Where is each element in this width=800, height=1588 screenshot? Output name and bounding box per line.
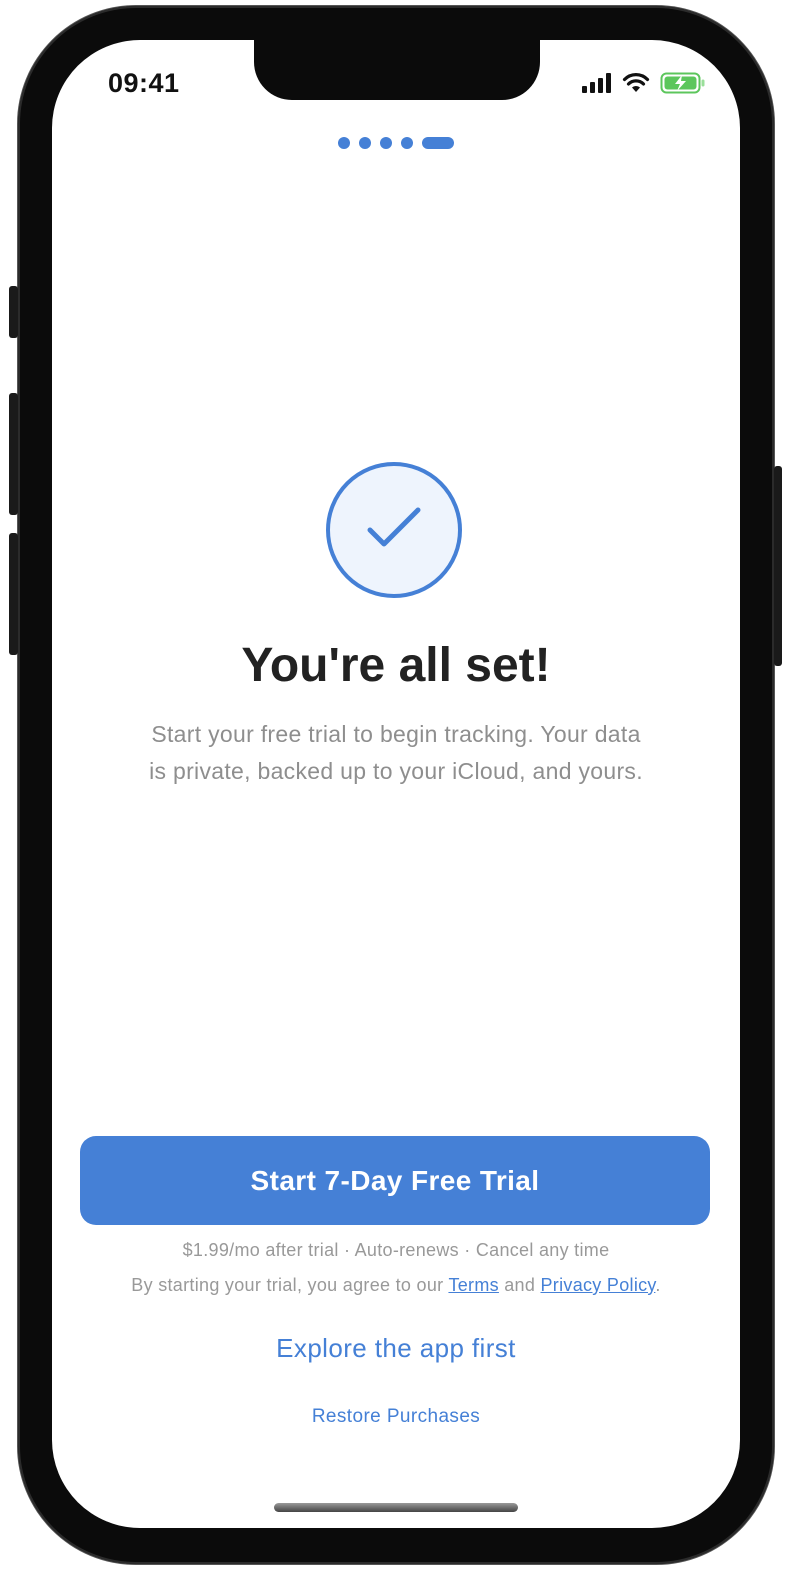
status-icons <box>582 72 706 99</box>
battery-charging-icon <box>660 72 706 99</box>
pager-dot[interactable] <box>338 137 350 149</box>
terms-link[interactable]: Terms <box>448 1275 499 1295</box>
legal-suffix: . <box>655 1275 661 1295</box>
pricing-note: $1.99/mo after trial · Auto-renews · Can… <box>182 1240 610 1260</box>
onboarding-pager <box>52 137 740 149</box>
explore-app-button[interactable]: Explore the app first <box>52 1333 740 1364</box>
cellular-signal-icon <box>582 73 612 98</box>
privacy-policy-link[interactable]: Privacy Policy <box>541 1275 656 1295</box>
legal-prefix: By starting your trial, you agree to our <box>131 1275 444 1295</box>
success-badge <box>326 462 462 598</box>
checkmark-icon <box>366 506 422 555</box>
volume-down-button <box>9 533 18 655</box>
pager-dot[interactable] <box>380 137 392 149</box>
restore-purchases-button[interactable]: Restore Purchases <box>52 1406 740 1428</box>
volume-up-button <box>9 393 18 515</box>
home-indicator[interactable] <box>274 1503 518 1512</box>
pager-dot[interactable] <box>401 137 413 149</box>
power-button <box>774 466 782 666</box>
pager-dot-active[interactable] <box>422 137 454 149</box>
notch <box>254 40 540 100</box>
page-title: You're all set! <box>241 639 551 692</box>
legal-note: By starting your trial, you agree to our… <box>52 1275 740 1296</box>
wifi-icon <box>622 73 650 98</box>
status-time: 09:41 <box>108 68 180 98</box>
legal-conjunction: and <box>504 1275 536 1295</box>
screen: 09:41 You're all set! Start your free tr… <box>52 40 740 1528</box>
pager-dot[interactable] <box>359 137 371 149</box>
page-subtitle: Start your free trial to begin tracking.… <box>149 721 643 784</box>
start-trial-button[interactable]: Start 7-Day Free Trial <box>80 1136 710 1225</box>
mute-switch <box>9 286 18 338</box>
